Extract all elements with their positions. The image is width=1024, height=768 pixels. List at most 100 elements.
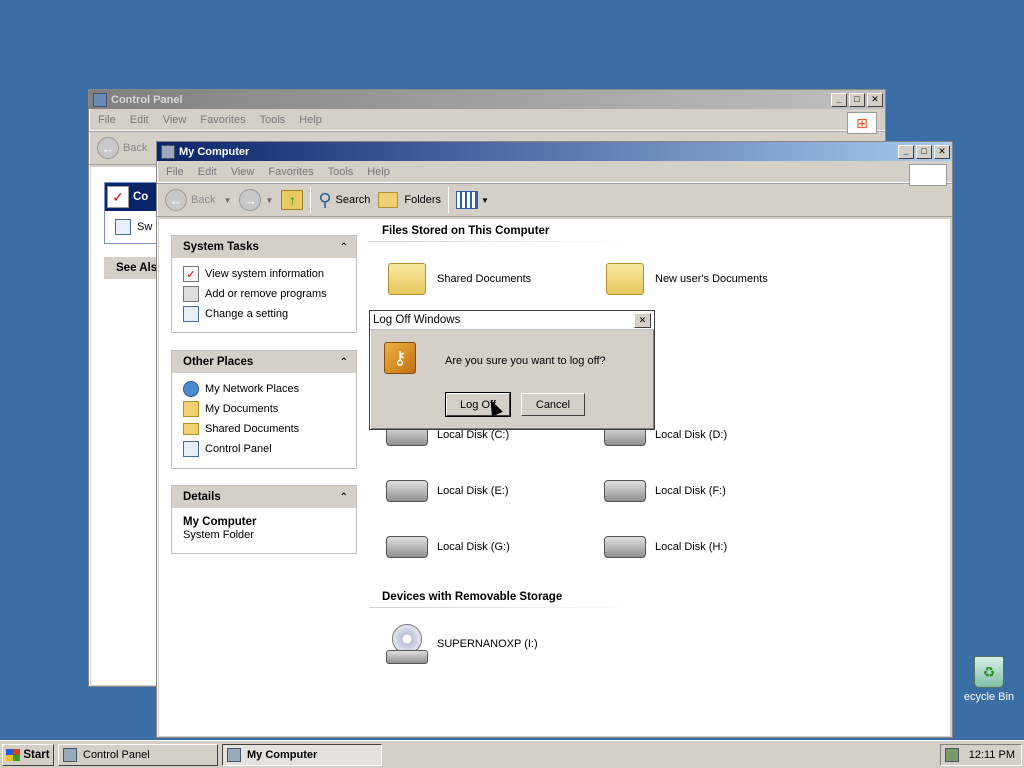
- removable-drive-item[interactable]: SUPERNANOXP (I:): [385, 619, 538, 669]
- log-off-dialog[interactable]: Log Off Windows ✕ ⚷ Are you sure you wan…: [369, 310, 655, 430]
- dialog-title: Log Off Windows: [373, 314, 461, 326]
- back-arrow-icon: ←: [165, 189, 187, 211]
- local-disk-h-item[interactable]: Local Disk (H:): [603, 527, 727, 567]
- switch-view-icon: [115, 219, 131, 235]
- up-folder-icon: ↑: [281, 190, 304, 210]
- collapse-chevron-icon[interactable]: ⌃: [340, 242, 348, 253]
- control-panel-window-icon: [93, 92, 107, 107]
- my-computer-titlebar[interactable]: My Computer _ □ ✕: [157, 142, 952, 161]
- toolbar-separator: [310, 187, 312, 213]
- close-button[interactable]: ✕: [934, 144, 950, 159]
- add-remove-programs-link[interactable]: Add or remove programs: [183, 284, 345, 304]
- system-tasks-panel: System Tasks ⌃ ✓ View system information…: [171, 235, 357, 333]
- cancel-button[interactable]: Cancel: [521, 393, 585, 416]
- maximize-button[interactable]: □: [849, 92, 865, 107]
- control-panel-menubar: File Edit View Favorites Tools Help ⊞: [89, 109, 885, 134]
- my-computer-menubar: File Edit View Favorites Tools Help: [157, 161, 952, 186]
- details-name: My Computer: [183, 516, 257, 528]
- hard-drive-icon: [603, 471, 647, 511]
- folders-button[interactable]: Folders: [374, 186, 445, 214]
- task-label: Control Panel: [83, 748, 150, 761]
- other-places-header[interactable]: Other Places ⌃: [172, 351, 356, 373]
- menu-file[interactable]: File: [91, 114, 123, 126]
- close-button[interactable]: ✕: [867, 92, 883, 107]
- recycle-bin-graphic: ♻: [974, 656, 1004, 688]
- local-disk-g-item[interactable]: Local Disk (G:): [385, 527, 510, 567]
- network-places-link[interactable]: My Network Places: [183, 379, 345, 399]
- clock[interactable]: 12:11 PM: [969, 749, 1015, 761]
- network-icon: [183, 381, 199, 397]
- menu-edit[interactable]: Edit: [123, 114, 156, 126]
- start-button[interactable]: Start: [2, 743, 54, 766]
- menu-help[interactable]: Help: [292, 114, 329, 126]
- back-button[interactable]: ← Back ▼: [161, 186, 235, 214]
- details-panel: Details ⌃ My Computer System Folder: [171, 485, 357, 554]
- back-dropdown-icon[interactable]: ▼: [223, 196, 231, 205]
- forward-button[interactable]: → ▼: [235, 186, 277, 214]
- item-label: Local Disk (G:): [437, 541, 510, 553]
- user-documents-item[interactable]: New user's Documents: [603, 259, 768, 299]
- collapse-chevron-icon[interactable]: ⌃: [340, 357, 348, 368]
- maximize-button[interactable]: □: [916, 144, 932, 159]
- item-label: SUPERNANOXP (I:): [437, 638, 538, 650]
- view-system-info-link[interactable]: ✓ View system information: [183, 264, 345, 284]
- dialog-titlebar[interactable]: Log Off Windows ✕: [370, 311, 654, 330]
- collapse-chevron-icon[interactable]: ⌃: [340, 492, 348, 503]
- system-tasks-title: System Tasks: [183, 241, 259, 253]
- control-panel-titlebar[interactable]: Control Panel _ □ ✕: [89, 90, 885, 109]
- control-panel-icon: [63, 747, 77, 762]
- menu-view[interactable]: View: [224, 166, 262, 178]
- switch-view-label: Sw: [137, 221, 153, 233]
- hard-drive-icon: [603, 527, 647, 567]
- views-dropdown-icon[interactable]: ▼: [481, 196, 489, 205]
- window-title: Control Panel: [111, 93, 183, 106]
- place-label: My Documents: [205, 403, 279, 415]
- system-tasks-header[interactable]: System Tasks ⌃: [172, 236, 356, 258]
- local-disk-f-item[interactable]: Local Disk (F:): [603, 471, 726, 511]
- switch-view-link[interactable]: Sw: [105, 217, 163, 237]
- dialog-message: Are you sure you want to log off?: [445, 355, 606, 367]
- see-also-header: See Als: [104, 257, 164, 279]
- menu-help[interactable]: Help: [360, 166, 397, 178]
- dialog-close-button[interactable]: ✕: [634, 312, 651, 328]
- menu-edit[interactable]: Edit: [191, 166, 224, 178]
- place-label: Control Panel: [205, 443, 272, 455]
- taskbar-control-panel[interactable]: Control Panel: [58, 743, 218, 766]
- my-documents-link[interactable]: My Documents: [183, 399, 345, 419]
- local-disk-e-item[interactable]: Local Disk (E:): [385, 471, 509, 511]
- windows-logo-icon: ⊞: [847, 112, 877, 134]
- menu-tools[interactable]: Tools: [253, 114, 293, 126]
- menu-favorites[interactable]: Favorites: [193, 114, 252, 126]
- search-button[interactable]: ⚲ Search: [314, 186, 374, 214]
- change-setting-link[interactable]: Change a setting: [183, 304, 345, 324]
- menu-view[interactable]: View: [156, 114, 194, 126]
- views-button[interactable]: ▼: [452, 186, 493, 214]
- task-label: View system information: [205, 268, 325, 280]
- menu-favorites[interactable]: Favorites: [261, 166, 320, 178]
- back-button[interactable]: ← Back: [93, 134, 151, 162]
- shared-documents-item[interactable]: Shared Documents: [385, 259, 531, 299]
- network-tray-icon[interactable]: [945, 747, 959, 762]
- up-folder-button[interactable]: ↑: [277, 186, 307, 214]
- hard-drive-icon: [385, 527, 429, 567]
- folder-icon: [183, 423, 199, 435]
- details-header[interactable]: Details ⌃: [172, 486, 356, 508]
- my-computer-content: System Tasks ⌃ ✓ View system information…: [159, 219, 950, 736]
- key-icon: ⚷: [384, 342, 416, 374]
- back-arrow-icon: ←: [97, 137, 119, 159]
- control-panel-panel-header: ✓ Co: [105, 183, 163, 211]
- my-computer-window[interactable]: My Computer _ □ ✕ File Edit View Favorit…: [156, 141, 953, 738]
- cd-drive-icon: [385, 619, 429, 669]
- menu-file[interactable]: File: [159, 166, 191, 178]
- taskbar-my-computer[interactable]: My Computer: [222, 743, 382, 766]
- recycle-bin-icon[interactable]: ♻ ecycle Bin: [954, 656, 1024, 703]
- forward-dropdown-icon[interactable]: ▼: [265, 196, 273, 205]
- item-label: Local Disk (D:): [655, 429, 728, 441]
- shared-documents-link[interactable]: Shared Documents: [183, 419, 345, 439]
- minimize-button[interactable]: _: [831, 92, 847, 107]
- hard-drive-icon: [385, 471, 429, 511]
- minimize-button[interactable]: _: [898, 144, 914, 159]
- menu-tools[interactable]: Tools: [321, 166, 361, 178]
- control-panel-link[interactable]: Control Panel: [183, 439, 345, 459]
- folders-icon: [378, 192, 399, 208]
